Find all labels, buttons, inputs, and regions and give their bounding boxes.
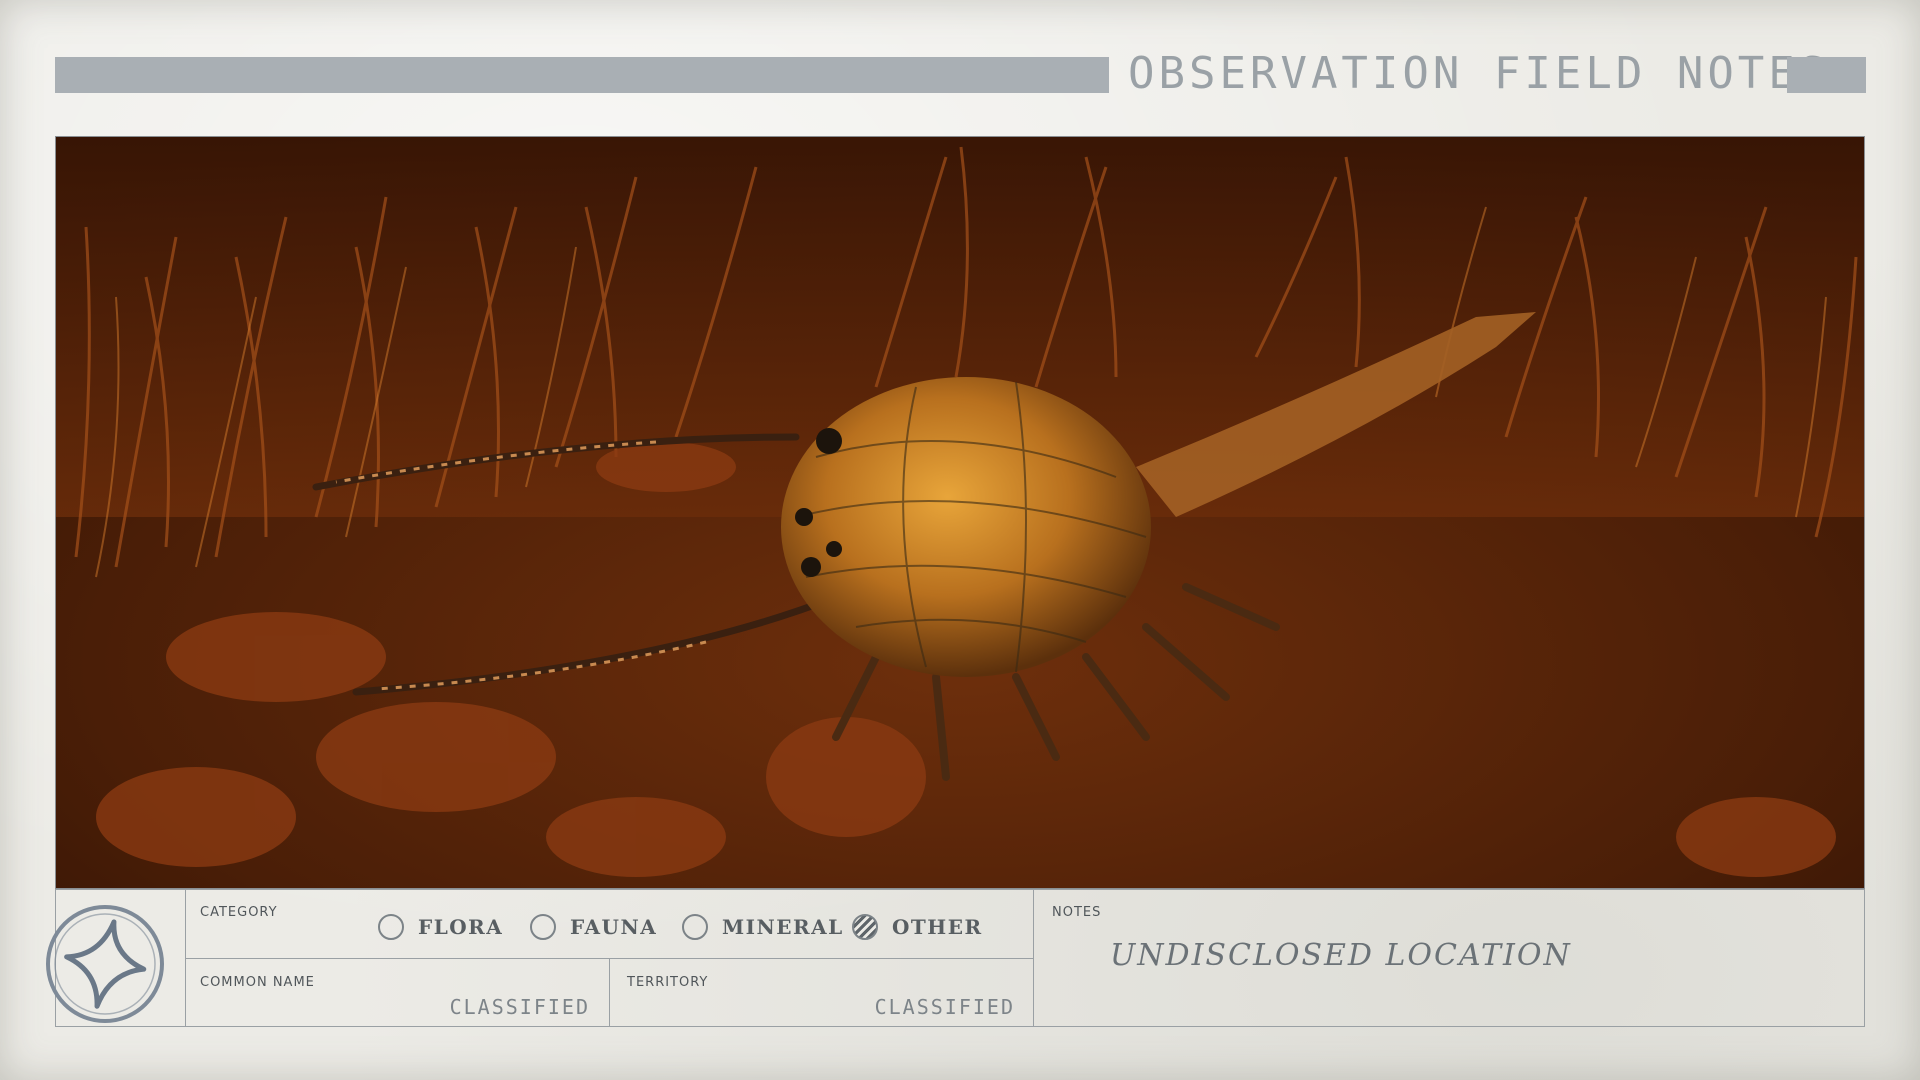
page-title: OBSERVATION FIELD NOTES <box>1128 48 1830 99</box>
header-bar-right <box>1787 57 1866 93</box>
option-label: MINERAL <box>722 915 844 939</box>
divider <box>1033 889 1034 1027</box>
category-option-mineral[interactable]: MINERAL <box>682 910 844 944</box>
compass-star-icon <box>46 905 164 1023</box>
radio-icon[interactable] <box>682 914 708 940</box>
alien-creature-photo <box>56 137 1864 888</box>
territory-value: CLASSIFIED <box>874 995 1015 1019</box>
field-notes-card: OBSERVATION FIELD NOTES CATEGORY FLORA F… <box>0 0 1920 1080</box>
notes-label: NOTES <box>1052 905 1102 920</box>
radio-icon[interactable] <box>378 914 404 940</box>
option-label: FLORA <box>418 915 504 939</box>
territory-label: TERRITORY <box>627 975 709 990</box>
category-option-other[interactable]: OTHER <box>852 910 983 944</box>
category-option-flora[interactable]: FLORA <box>378 910 503 944</box>
common-name-value: CLASSIFIED <box>449 995 590 1019</box>
header-bar-left <box>55 57 1109 93</box>
category-label: CATEGORY <box>200 905 278 920</box>
notes-value: UNDISCLOSED LOCATION <box>1110 938 1572 973</box>
option-label: OTHER <box>892 915 983 939</box>
option-label: FAUNA <box>570 915 658 939</box>
category-option-fauna[interactable]: FAUNA <box>530 910 657 944</box>
radio-icon[interactable] <box>530 914 556 940</box>
common-name-label: COMMON NAME <box>200 975 315 990</box>
divider <box>609 958 610 1027</box>
specimen-photo <box>55 136 1865 889</box>
divider <box>185 958 1033 959</box>
radio-selected-icon[interactable] <box>852 914 878 940</box>
